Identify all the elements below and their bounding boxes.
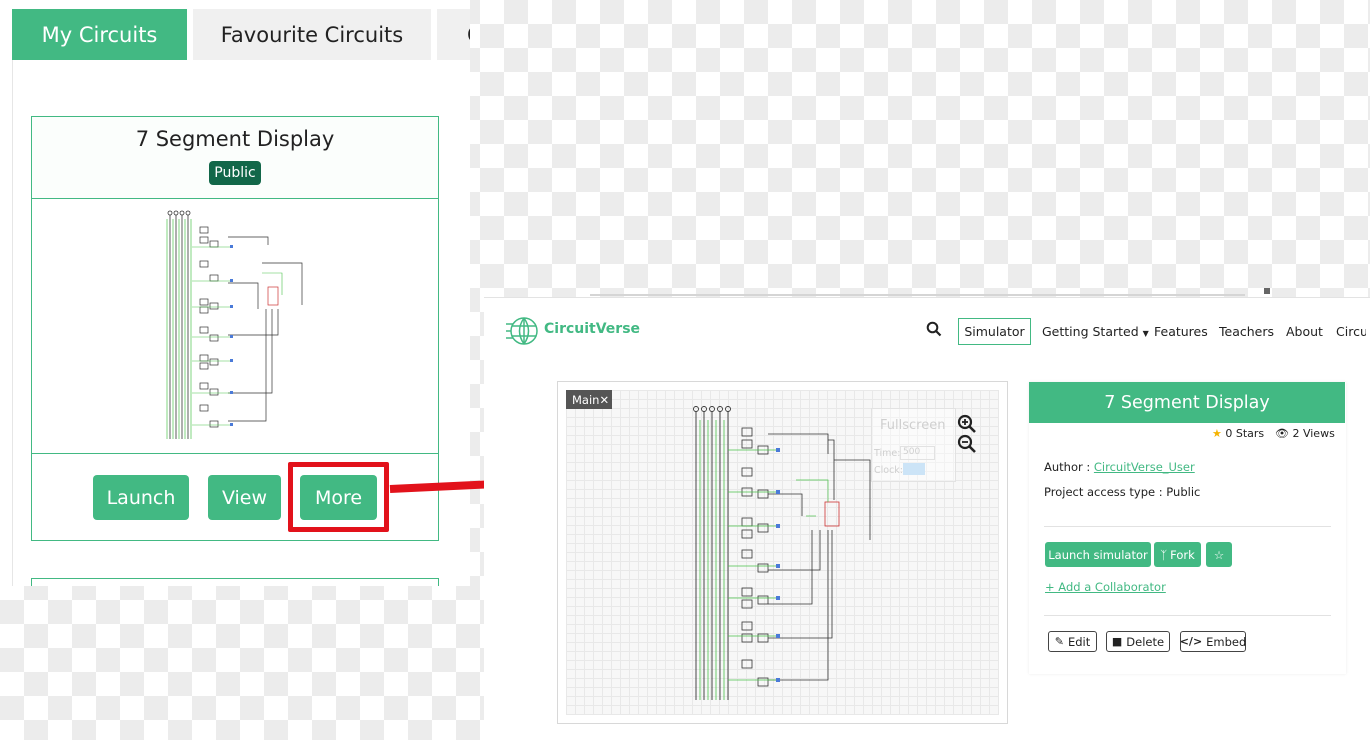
launch-button[interactable]: Launch <box>93 475 189 520</box>
time-label: Time: <box>874 448 901 459</box>
pencil-icon: ✎ <box>1054 635 1064 648</box>
brand-name[interactable]: CircuitVerse <box>544 321 640 337</box>
nav-simulator[interactable]: Simulator <box>958 318 1031 345</box>
fork-icon: ᛉ <box>1160 547 1168 562</box>
views-label: 2 Views <box>1292 427 1335 440</box>
clock-toggle[interactable] <box>903 463 925 475</box>
visibility-badge: Public <box>209 161 261 185</box>
add-collaborator-link[interactable]: + Add a Collaborator <box>1045 580 1166 594</box>
edit-label: Edit <box>1067 634 1091 649</box>
trash-icon: ■ <box>1111 635 1123 648</box>
access-value: Public <box>1166 485 1201 499</box>
nav-getting-started-label: Getting Started <box>1042 324 1139 339</box>
clock-label: Clock: <box>874 465 904 476</box>
zoom-out-icon[interactable] <box>957 434 977 454</box>
nav-truncated[interactable]: Circu <box>1336 324 1366 339</box>
launch-simulator-button[interactable]: Launch simulator <box>1045 542 1151 567</box>
close-icon[interactable]: ✕ <box>599 393 609 407</box>
search-icon[interactable] <box>926 321 942 337</box>
caret-down-icon: ▼ <box>1142 329 1149 338</box>
tab-truncated[interactable]: C <box>437 9 470 60</box>
zoom-in-icon[interactable] <box>957 414 977 434</box>
circuit-preview[interactable] <box>32 199 438 454</box>
access-label: Project access type : <box>1044 485 1163 499</box>
divider <box>1044 615 1331 616</box>
circuit-thumbnail <box>166 210 303 439</box>
previous-window-edge <box>590 286 1245 296</box>
delete-label: Delete <box>1126 634 1165 649</box>
fork-label: Fork <box>1170 547 1195 562</box>
circuit-tab-main[interactable]: Main ✕ <box>566 390 612 409</box>
star-button[interactable]: ☆ <box>1206 542 1232 567</box>
fork-button[interactable]: ᛉ Fork <box>1154 542 1201 567</box>
scroll-marker <box>1264 288 1270 294</box>
stars-count: ★ 0 Stars <box>1212 427 1264 440</box>
edit-button[interactable]: ✎ Edit <box>1048 631 1097 652</box>
fullscreen-label[interactable]: Fullscreen <box>880 418 945 433</box>
author-row: Author : CircuitVerse_User <box>1044 460 1195 474</box>
next-circuit-card <box>31 578 439 586</box>
view-button[interactable]: View <box>208 475 281 520</box>
circuit-tab-label: Main <box>572 392 600 407</box>
circuitverse-logo-icon[interactable] <box>505 314 539 348</box>
embed-button[interactable]: </> Embed <box>1180 631 1246 652</box>
eye-icon: 👁 <box>1275 427 1289 440</box>
stars-label: 0 Stars <box>1225 427 1265 440</box>
delete-button[interactable]: ■ Delete <box>1106 631 1170 652</box>
views-count: 👁 2 Views <box>1275 427 1335 440</box>
card-title: 7 Segment Display <box>135 127 335 151</box>
project-title: 7 Segment Display <box>1029 382 1345 423</box>
tab-my-circuits[interactable]: My Circuits <box>12 9 187 60</box>
embed-label: Embed <box>1206 634 1247 649</box>
star-icon: ★ <box>1212 427 1222 440</box>
author-label: Author : <box>1044 460 1091 474</box>
star-outline-icon: ☆ <box>1213 547 1225 562</box>
code-icon: </> <box>1179 635 1203 648</box>
nav-getting-started[interactable]: Getting Started ▼ <box>1042 324 1149 339</box>
tab-favourite-circuits[interactable]: Favourite Circuits <box>193 9 431 60</box>
card-header: 7 Segment Display Public <box>32 117 438 199</box>
access-row: Project access type : Public <box>1044 485 1200 499</box>
nav-teachers[interactable]: Teachers <box>1219 324 1274 339</box>
nav-features[interactable]: Features <box>1154 324 1208 339</box>
author-link[interactable]: CircuitVerse_User <box>1094 460 1195 474</box>
more-button-highlight <box>288 462 389 532</box>
divider <box>1044 526 1331 527</box>
navbar-border <box>484 297 1370 298</box>
time-input[interactable]: 500 <box>900 446 935 460</box>
nav-about[interactable]: About <box>1286 324 1323 339</box>
